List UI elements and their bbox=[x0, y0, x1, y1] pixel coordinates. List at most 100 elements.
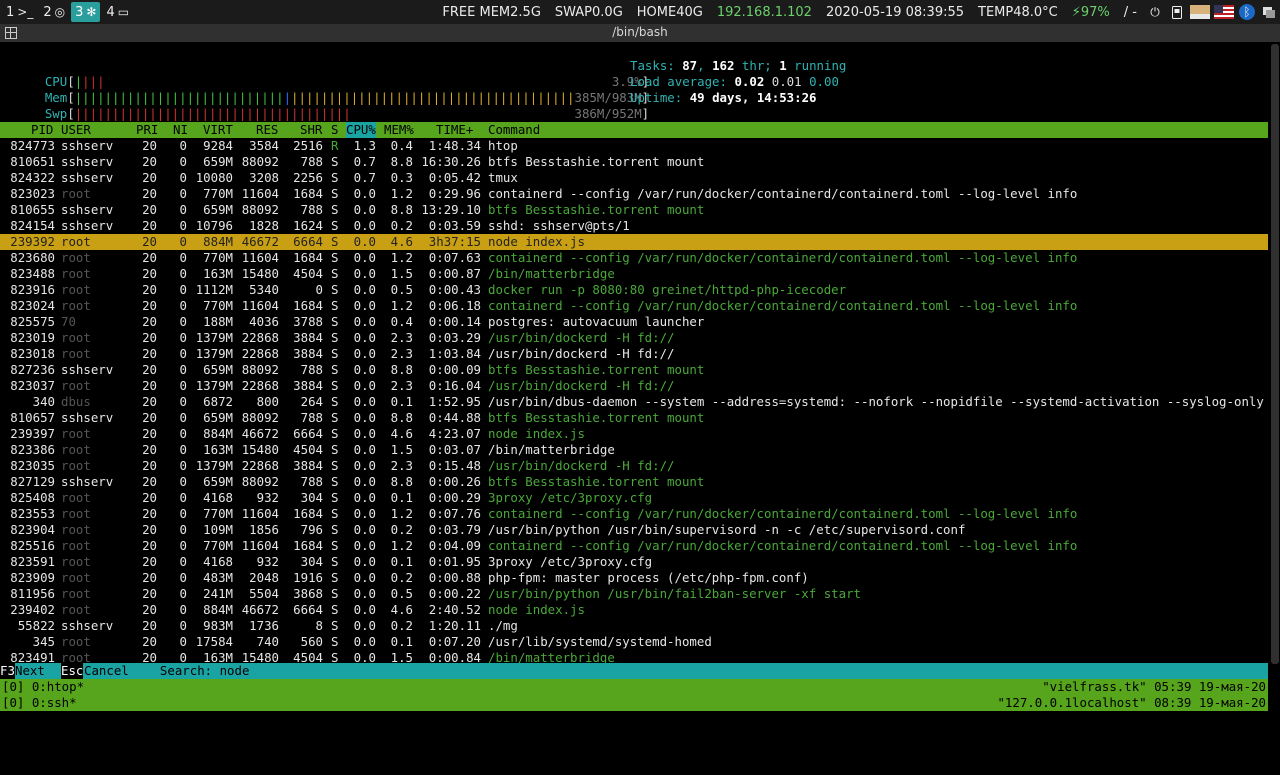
process-row[interactable]: 823909 root 20 0 483M 2048 1916 S 0.0 0.2 0:00.88 p… bbox=[0, 570, 1268, 586]
process-row[interactable]: 55822 sshserv 20 0 983M 1736 8 S 0.0 0.2 1:20.11 ./… bbox=[0, 618, 1268, 634]
process-row[interactable]: 823023 root 20 0 770M 11604 1684 S 0.0 1.2 0:29.96… bbox=[0, 186, 1268, 202]
cell-res: 46672 bbox=[241, 426, 279, 441]
cell-shr: 6664 bbox=[293, 234, 323, 249]
process-row[interactable]: 823018 root 20 0 1379M 22868 3884 S 0.0 2.3 1:03.8… bbox=[0, 346, 1268, 362]
process-row[interactable]: 823904 root 20 0 109M 1856 796 S 0.0 0.2 0:03.79/u… bbox=[0, 522, 1268, 538]
esc-key[interactable]: Esc bbox=[61, 663, 84, 679]
us-flag-icon[interactable] bbox=[1214, 5, 1234, 19]
process-row[interactable]: 827129 sshserv 20 0 659M 88092 788 S 0.0 8.8 0:00.… bbox=[0, 474, 1268, 490]
process-row[interactable]: 823916 root 20 0 1112M 5340 0 S 0.0 0.5 0:00.43 doc… bbox=[0, 282, 1268, 298]
process-row[interactable]: 239402 root 20 0 884M 46672 6664 S 0.0 4.6 2:40.52… bbox=[0, 602, 1268, 618]
workspace-4[interactable]: 4 ▭ bbox=[102, 2, 133, 22]
process-row[interactable]: 823488 root 20 0 163M 15480 4504 S 0.0 1.5 0:00.87… bbox=[0, 266, 1268, 282]
cell-ni: 0 bbox=[179, 506, 187, 521]
process-row-selected[interactable]: 239392 root 20 0 884M 46672 6664 S 0.0 4.6 3h37:15… bbox=[0, 234, 1268, 250]
process-row[interactable]: 811956 root 20 0 241M 5504 3868 S 0.0 0.5 0:00.22 /… bbox=[0, 586, 1268, 602]
cell-time: 2:40.52 bbox=[428, 602, 481, 617]
process-row[interactable]: 340 dbus 20 0 6872 800 264 S 0.0 0.1 1:52.95/usr/b… bbox=[0, 394, 1268, 410]
cell-ni: 0 bbox=[179, 314, 187, 329]
cell-pid: 810651 bbox=[10, 154, 55, 169]
col-mem[interactable]: MEM% bbox=[384, 122, 414, 138]
process-row[interactable]: 827236 sshserv 20 0 659M 88092 788 S 0.0 8.8 0:00.… bbox=[0, 362, 1268, 378]
tmux-status-bar-1: [0] 0:htop* "vielfrass.tk" 05:39 19-мая-… bbox=[0, 679, 1268, 695]
process-row[interactable]: 825575 70 20 0 188M 4036 3788 S 0.0 0.4 0:00.14 pos… bbox=[0, 314, 1268, 330]
col-state[interactable]: S bbox=[331, 122, 338, 138]
terminal-area[interactable]: CPU[|||| 3.9%] Mem[|||||||||||||||||||||… bbox=[0, 42, 1280, 719]
process-row[interactable]: 810651 sshserv 20 0 659M 88092 788 S 0.7 8.8 16:30… bbox=[0, 154, 1268, 170]
cell-user: sshserv bbox=[61, 170, 114, 185]
cell-mem: 1.5 bbox=[390, 266, 413, 281]
cell-s: S bbox=[331, 570, 339, 585]
process-row[interactable]: 824773 sshserv 20 0 9284 3584 2516 R 1.3 0.4 1:48.… bbox=[0, 138, 1268, 154]
sd-card-icon[interactable] bbox=[1169, 4, 1185, 20]
col-command[interactable]: Command bbox=[488, 122, 540, 138]
cell-pri: 20 bbox=[142, 234, 157, 249]
process-row[interactable]: 345 root 20 0 17584 740 560 S 0.0 0.1 0:07.20/usr/… bbox=[0, 634, 1268, 650]
power-icon[interactable]: ⏻ bbox=[1147, 4, 1163, 20]
col-res[interactable]: RES bbox=[256, 122, 278, 138]
cell-shr: 6664 bbox=[293, 426, 323, 441]
terminal-scrollbar[interactable] bbox=[1268, 42, 1280, 666]
tmux-window-htop[interactable]: [0] 0:htop* bbox=[2, 679, 84, 695]
col-cpu[interactable]: CPU% bbox=[346, 122, 376, 138]
process-row[interactable]: 239397 root 20 0 884M 46672 6664 S 0.0 4.6 4:23.07… bbox=[0, 426, 1268, 442]
process-row[interactable]: 810655 sshserv 20 0 659M 88092 788 S 0.0 8.8 13:29… bbox=[0, 202, 1268, 218]
workspace-1[interactable]: 1 >_ bbox=[2, 2, 37, 22]
col-time[interactable]: TIME+ bbox=[436, 122, 473, 138]
cell-virt: 884M bbox=[203, 426, 233, 441]
bluetooth-icon[interactable]: ᛒ bbox=[1239, 4, 1255, 20]
cell-ni: 0 bbox=[179, 458, 187, 473]
process-row[interactable]: 823680 root 20 0 770M 11604 1684 S 0.0 1.2 0:07.63… bbox=[0, 250, 1268, 266]
cell-res: 88092 bbox=[241, 154, 279, 169]
tmux-window-ssh[interactable]: [0] 0:ssh* bbox=[2, 695, 77, 711]
search-field[interactable]: Search: node bbox=[145, 663, 250, 679]
process-row[interactable]: 823035 root 20 0 1379M 22868 3884 S 0.0 2.3 0:15.4… bbox=[0, 458, 1268, 474]
ru-flag-icon[interactable] bbox=[1190, 5, 1210, 19]
cell-cmd: containerd --config /var/run/docker/cont… bbox=[488, 186, 1078, 201]
workspace-2[interactable]: 2 ◎ bbox=[39, 2, 69, 22]
next-label[interactable]: Next bbox=[15, 663, 60, 679]
workspace-number: 2 bbox=[43, 4, 52, 20]
process-row[interactable]: 823024 root 20 0 770M 11604 1684 S 0.0 1.2 0:06.18… bbox=[0, 298, 1268, 314]
col-pri[interactable]: PRI bbox=[136, 122, 158, 138]
col-virt[interactable]: VIRT bbox=[203, 122, 233, 138]
cell-user: root bbox=[61, 570, 91, 585]
col-pid[interactable]: PID bbox=[31, 122, 53, 138]
col-shr[interactable]: SHR bbox=[300, 122, 322, 138]
cell-pid: 239392 bbox=[10, 234, 55, 249]
cell-mem: 1.2 bbox=[390, 298, 413, 313]
cell-res: 932 bbox=[256, 490, 279, 505]
process-row[interactable]: 824154 sshserv 20 0 10796 1828 1624 S 0.0 0.2 0:03… bbox=[0, 218, 1268, 234]
cell-cmd: btfs Besstashie.torrent mount bbox=[488, 410, 705, 425]
col-ni[interactable]: NI bbox=[173, 122, 188, 138]
cell-cmd: docker run -p 8080:80 greinet/httpd-php-… bbox=[488, 282, 847, 297]
network-icon[interactable] bbox=[1261, 4, 1277, 20]
cell-s: S bbox=[331, 522, 339, 537]
process-row[interactable]: 823386 root 20 0 163M 15480 4504 S 0.0 1.5 0:03.07… bbox=[0, 442, 1268, 458]
cancel-label[interactable]: Cancel bbox=[84, 663, 144, 679]
cell-virt: 659M bbox=[203, 154, 233, 169]
scrollbar-thumb[interactable] bbox=[1271, 44, 1279, 664]
free-mem-stat: FREE MEM2.5G bbox=[442, 4, 541, 20]
process-row[interactable]: 823553 root 20 0 770M 11604 1684 S 0.0 1.2 0:07.76… bbox=[0, 506, 1268, 522]
process-row[interactable]: 824322 sshserv 20 0 10080 3208 2256 S 0.7 0.3 0:05… bbox=[0, 170, 1268, 186]
cell-pri: 20 bbox=[142, 266, 157, 281]
cell-res: 5340 bbox=[249, 282, 279, 297]
cell-res: 800 bbox=[256, 394, 279, 409]
cell-ni: 0 bbox=[179, 394, 187, 409]
process-row[interactable]: 823037 root 20 0 1379M 22868 3884 S 0.0 2.3 0:16.0… bbox=[0, 378, 1268, 394]
process-row[interactable]: 823591 root 20 0 4168 932 304 S 0.0 0.1 0:01.95 3pr… bbox=[0, 554, 1268, 570]
cell-pri: 20 bbox=[142, 554, 157, 569]
cell-s: S bbox=[331, 506, 339, 521]
workspace-3[interactable]: 3 ✻ bbox=[71, 2, 101, 22]
cell-virt: 770M bbox=[203, 506, 233, 521]
process-row[interactable]: 823019 root 20 0 1379M 22868 3884 S 0.0 2.3 0:03.2… bbox=[0, 330, 1268, 346]
f3-key[interactable]: F3 bbox=[0, 663, 15, 679]
process-row[interactable]: 825516 root 20 0 770M 11604 1684 S 0.0 1.2 0:04.09… bbox=[0, 538, 1268, 554]
cell-cpu: 0.0 bbox=[353, 634, 376, 649]
cell-shr: 4504 bbox=[293, 266, 323, 281]
col-user[interactable]: USER bbox=[61, 122, 91, 138]
cell-cpu: 0.0 bbox=[353, 266, 376, 281]
process-row[interactable]: 825408 root 20 0 4168 932 304 S 0.0 0.1 0:00.29 3pr… bbox=[0, 490, 1268, 506]
process-row[interactable]: 810657 sshserv 20 0 659M 88092 788 S 0.0 8.8 0:44.… bbox=[0, 410, 1268, 426]
